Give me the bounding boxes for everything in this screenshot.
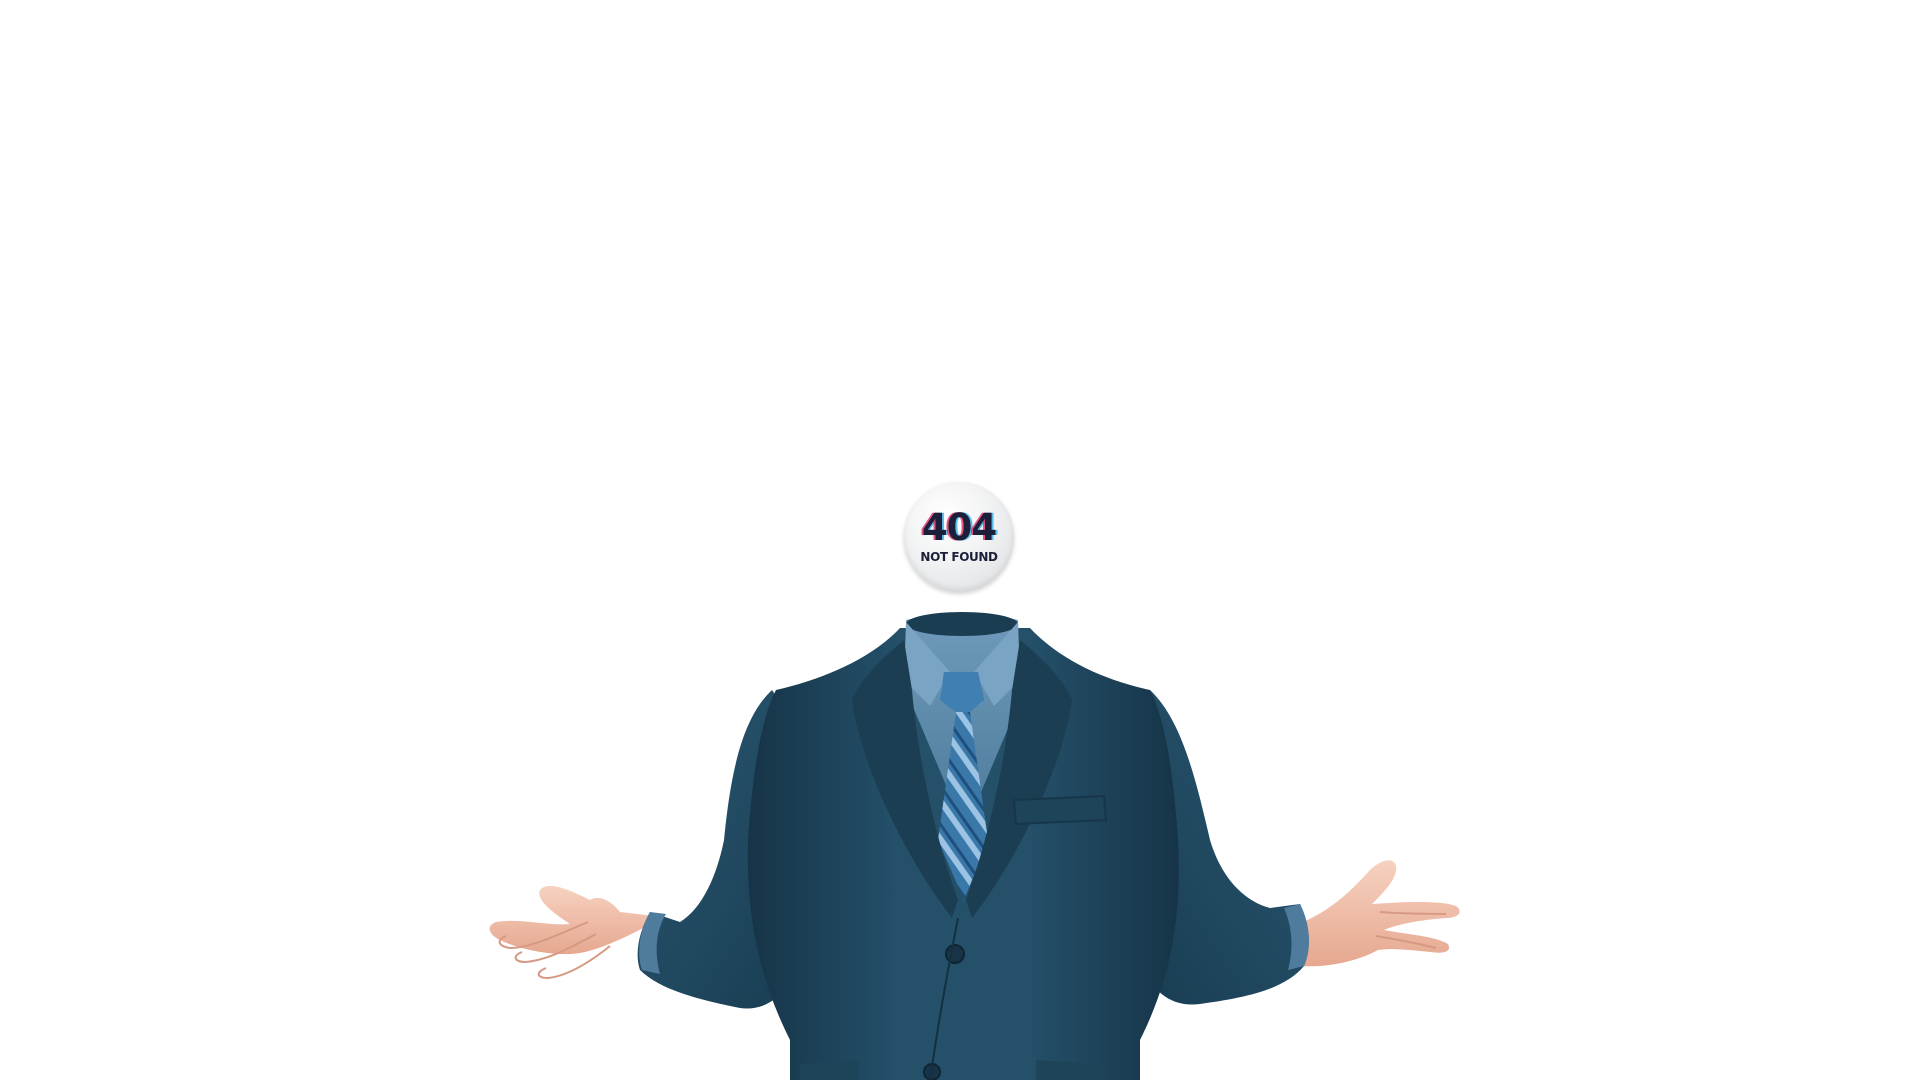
breast-pocket: [1012, 794, 1108, 826]
right-hand: [1296, 860, 1460, 967]
left-hand: [489, 885, 664, 980]
error-message: NOT FOUND: [920, 550, 998, 564]
not-found-badge: 404 NOT FOUND: [904, 482, 1014, 592]
collar-opening: [906, 612, 1018, 636]
error-code: 404: [921, 506, 997, 549]
not-found-page: 404 NOT FOUND: [0, 0, 1920, 1080]
jacket-button-upper: [945, 944, 965, 964]
